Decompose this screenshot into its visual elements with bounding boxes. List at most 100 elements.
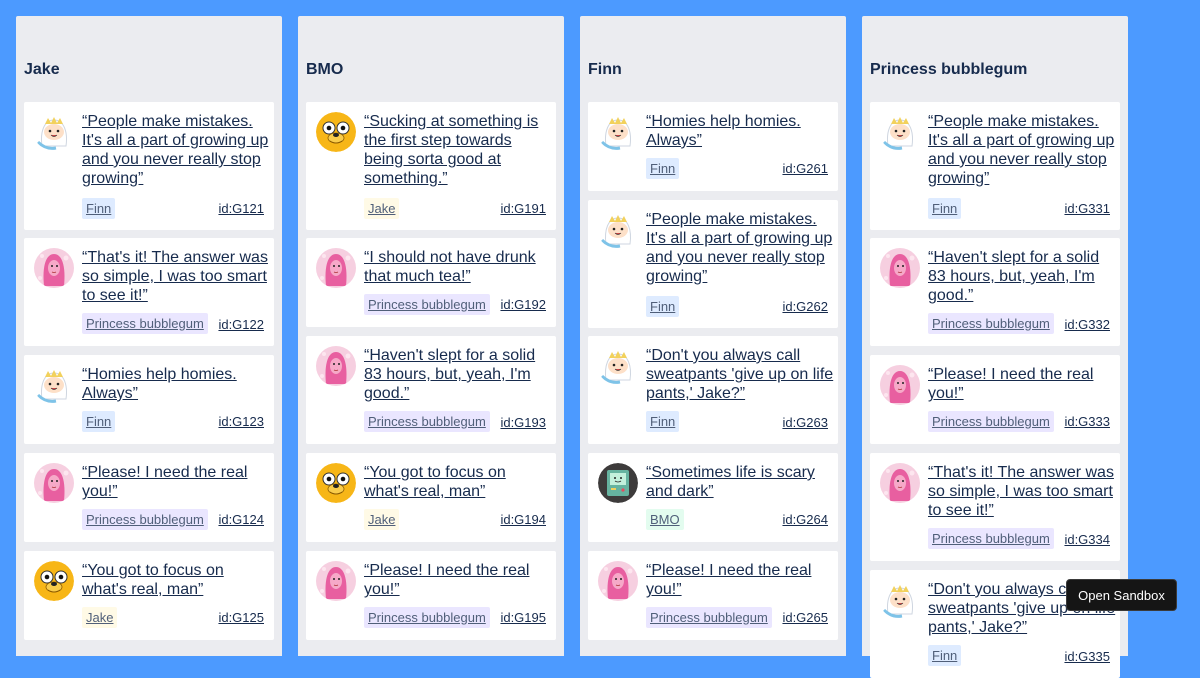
author-tag[interactable]: Princess bubblegum <box>364 411 490 432</box>
card-id[interactable]: id:G332 <box>1064 316 1110 333</box>
quote-card[interactable]: “Sucking at something is the first step … <box>306 102 556 230</box>
princess-bubblegum-avatar-icon <box>880 248 920 288</box>
princess-bubblegum-avatar-icon <box>316 248 356 288</box>
card-id[interactable]: id:G121 <box>218 200 264 217</box>
column-princess-bubblegum: Princess bubblegum “People make mistakes… <box>862 16 1128 678</box>
author-tag[interactable]: Princess bubblegum <box>928 528 1054 549</box>
card-id[interactable]: id:G265 <box>782 609 828 626</box>
quote-text[interactable]: “Please! I need the real you!” <box>364 561 554 599</box>
author-tag[interactable]: Finn <box>82 411 116 432</box>
quote-text[interactable]: “Sometimes life is scary and dark” <box>646 463 836 501</box>
quote-card[interactable]: “Please! I need the real you!” Princess … <box>306 551 556 640</box>
card-id[interactable]: id:G195 <box>500 609 546 626</box>
quote-text[interactable]: “Haven't slept for a solid 83 hours, but… <box>364 346 554 403</box>
card-id[interactable]: id:G335 <box>1064 648 1110 665</box>
author-tag[interactable]: Princess bubblegum <box>646 607 772 628</box>
quote-text[interactable]: “You got to focus on what's real, man” <box>364 463 554 501</box>
author-tag[interactable]: Finn <box>646 296 680 317</box>
princess-bubblegum-avatar-icon <box>316 561 356 601</box>
finn-avatar-icon <box>34 112 74 152</box>
quote-card[interactable]: “Homies help homies. Always” Finn id:G26… <box>588 102 838 191</box>
quote-text[interactable]: “Please! I need the real you!” <box>646 561 836 599</box>
quote-card[interactable]: “Don't you always call sweatpants 'give … <box>588 336 838 444</box>
quote-text[interactable]: “You got to focus on what's real, man” <box>82 561 272 599</box>
bmo-avatar-icon <box>598 463 638 503</box>
quote-text[interactable]: “Please! I need the real you!” <box>82 463 272 501</box>
princess-bubblegum-avatar-icon <box>34 463 74 503</box>
author-tag[interactable]: Finn <box>928 645 962 666</box>
quote-text[interactable]: “Don't you always call sweatpants 'give … <box>646 346 836 403</box>
quote-card[interactable]: “You got to focus on what's real, man” J… <box>24 551 274 640</box>
quote-text[interactable]: “I should not have drunk that much tea!” <box>364 248 554 286</box>
card-id[interactable]: id:G333 <box>1064 413 1110 430</box>
card-id[interactable]: id:G124 <box>218 511 264 528</box>
card-id[interactable]: id:G125 <box>218 609 264 626</box>
quote-text[interactable]: “Homies help homies. Always” <box>646 112 836 150</box>
quote-card[interactable]: “Homies help homies. Always” Finn id:G12… <box>24 355 274 444</box>
quote-text[interactable]: “People make mistakes. It's all a part o… <box>928 112 1118 188</box>
card-id[interactable]: id:G331 <box>1064 200 1110 217</box>
finn-avatar-icon <box>598 210 638 250</box>
card-id[interactable]: id:G264 <box>782 511 828 528</box>
author-tag[interactable]: Finn <box>82 198 116 219</box>
quote-card[interactable]: “Haven't slept for a solid 83 hours, but… <box>870 238 1120 346</box>
princess-bubblegum-avatar-icon <box>880 463 920 503</box>
column-title[interactable]: Finn <box>588 60 622 80</box>
card-id[interactable]: id:G263 <box>782 414 828 431</box>
quote-card[interactable]: “You got to focus on what's real, man” J… <box>306 453 556 542</box>
finn-avatar-icon <box>34 365 74 405</box>
author-tag[interactable]: Finn <box>646 411 680 432</box>
princess-bubblegum-avatar-icon <box>316 346 356 386</box>
quote-card[interactable]: “Sometimes life is scary and dark” BMO i… <box>588 453 838 542</box>
author-tag[interactable]: Finn <box>928 198 962 219</box>
author-tag[interactable]: BMO <box>646 509 684 530</box>
quote-card[interactable]: “Please! I need the real you!” Princess … <box>24 453 274 542</box>
author-tag[interactable]: Princess bubblegum <box>928 313 1054 334</box>
card-id[interactable]: id:G261 <box>782 160 828 177</box>
author-tag[interactable]: Finn <box>646 158 680 179</box>
quote-text[interactable]: “That's it! The answer was so simple, I … <box>82 248 272 305</box>
author-tag[interactable]: Princess bubblegum <box>82 313 208 334</box>
open-sandbox-button[interactable]: Open Sandbox <box>1066 579 1177 611</box>
quote-card[interactable]: “That's it! The answer was so simple, I … <box>870 453 1120 561</box>
column-bmo: BMO “Sucking at something is the first s… <box>298 16 564 656</box>
quote-text[interactable]: “People make mistakes. It's all a part o… <box>82 112 272 188</box>
quote-text[interactable]: “Sucking at something is the first step … <box>364 112 554 188</box>
finn-avatar-icon <box>880 580 920 620</box>
card-id[interactable]: id:G193 <box>500 414 546 431</box>
quote-card[interactable]: “That's it! The answer was so simple, I … <box>24 238 274 346</box>
author-tag[interactable]: Princess bubblegum <box>364 607 490 628</box>
column-title[interactable]: Princess bubblegum <box>870 60 1027 80</box>
card-id[interactable]: id:G262 <box>782 298 828 315</box>
card-id[interactable]: id:G123 <box>218 413 264 430</box>
column-title[interactable]: Jake <box>24 60 60 80</box>
finn-avatar-icon <box>880 112 920 152</box>
author-tag[interactable]: Jake <box>364 509 400 530</box>
quote-card[interactable]: “Haven't slept for a solid 83 hours, but… <box>306 336 556 444</box>
quote-card[interactable]: “People make mistakes. It's all a part o… <box>870 102 1120 230</box>
quote-card[interactable]: “Please! I need the real you!” Princess … <box>588 551 838 640</box>
quote-card[interactable]: “Please! I need the real you!” Princess … <box>870 355 1120 444</box>
author-tag[interactable]: Princess bubblegum <box>364 294 490 315</box>
column-jake: Jake “People make mistakes. It's all a p… <box>16 16 282 656</box>
card-id[interactable]: id:G334 <box>1064 531 1110 548</box>
quote-text[interactable]: “Homies help homies. Always” <box>82 365 272 403</box>
card-id[interactable]: id:G122 <box>218 316 264 333</box>
quote-text[interactable]: “Haven't slept for a solid 83 hours, but… <box>928 248 1118 305</box>
quote-card[interactable]: “I should not have drunk that much tea!”… <box>306 238 556 327</box>
column-title[interactable]: BMO <box>306 60 343 80</box>
author-tag[interactable]: Princess bubblegum <box>82 509 208 530</box>
card-id[interactable]: id:G191 <box>500 200 546 217</box>
card-id[interactable]: id:G192 <box>500 296 546 313</box>
quote-card[interactable]: “People make mistakes. It's all a part o… <box>24 102 274 230</box>
quote-card[interactable]: “People make mistakes. It's all a part o… <box>588 200 838 328</box>
card-id[interactable]: id:G194 <box>500 511 546 528</box>
author-tag[interactable]: Princess bubblegum <box>928 411 1054 432</box>
finn-avatar-icon <box>598 112 638 152</box>
quote-text[interactable]: “People make mistakes. It's all a part o… <box>646 210 836 286</box>
quote-text[interactable]: “Please! I need the real you!” <box>928 365 1118 403</box>
author-tag[interactable]: Jake <box>364 198 400 219</box>
author-tag[interactable]: Jake <box>82 607 118 628</box>
quote-text[interactable]: “That's it! The answer was so simple, I … <box>928 463 1118 520</box>
princess-bubblegum-avatar-icon <box>34 248 74 288</box>
